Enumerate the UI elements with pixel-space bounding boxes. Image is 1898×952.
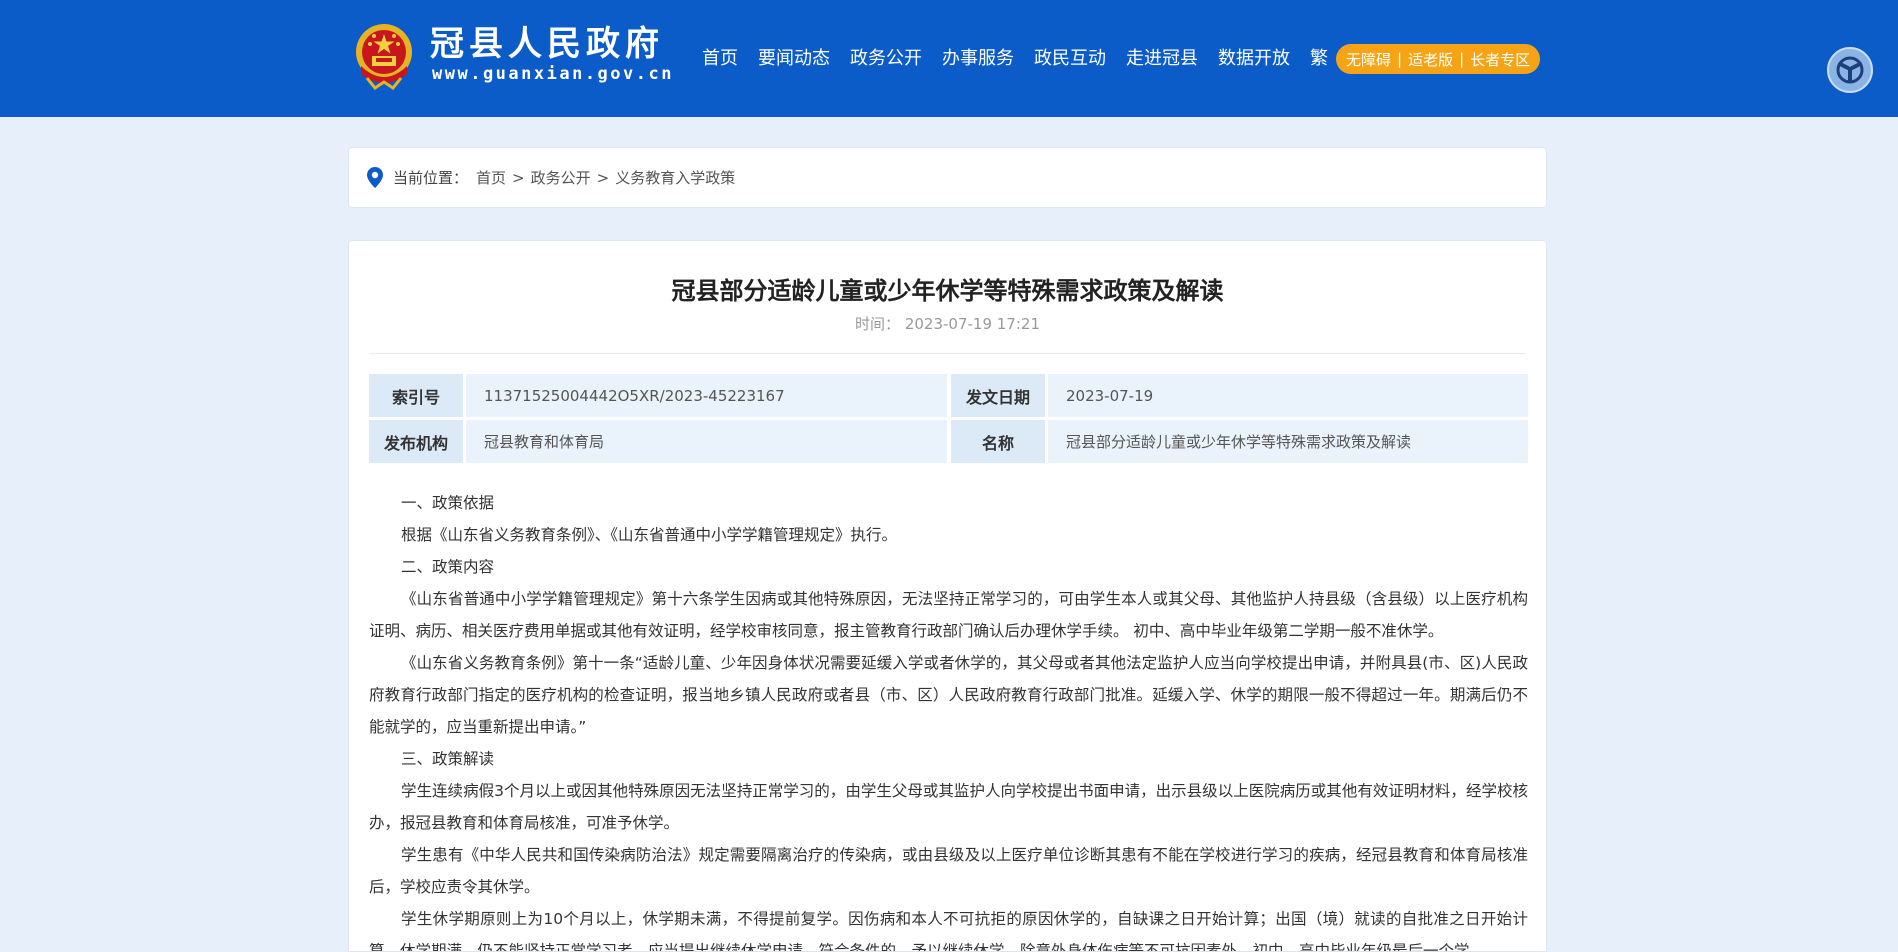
time-label: 时间： bbox=[855, 315, 901, 333]
body-paragraph: 《山东省义务教育条例》第十一条“适龄儿童、少年因身体状况需要延缓入学或者休学的，… bbox=[369, 654, 1528, 736]
site-name[interactable]: 冠县人民政府 bbox=[430, 24, 664, 64]
article-card: 冠县部分适龄儿童或少年休学等特殊需求政策及解读 时间： 2023-07-19 1… bbox=[348, 240, 1547, 952]
traditional-chinese-toggle[interactable]: 繁 bbox=[1310, 45, 1328, 73]
article-time: 时间： 2023-07-19 17:21 bbox=[349, 313, 1546, 334]
meta-name-key: 名称 bbox=[951, 420, 1045, 463]
main-nav: 首页 要闻动态 政务公开 办事服务 政民互动 走进冠县 数据开放 繁 无障碍 |… bbox=[702, 44, 1541, 74]
time-value: 2023-07-19 17:21 bbox=[904, 315, 1040, 333]
breadcrumb-separator: > bbox=[596, 168, 610, 187]
elderly-mode-link[interactable]: 适老版 bbox=[1408, 49, 1453, 70]
senior-zone-link[interactable]: 长者专区 bbox=[1470, 49, 1530, 70]
breadcrumb-current[interactable]: 义务教育入学政策 bbox=[615, 167, 735, 188]
meta-index-value: 11371525004442O5XR/2023-45223167 bbox=[466, 374, 947, 417]
meta-org-value: 冠县教育和体育局 bbox=[466, 420, 947, 463]
nav-about[interactable]: 走进冠县 bbox=[1126, 45, 1198, 73]
body-paragraph: 三、政策解读 bbox=[401, 750, 495, 768]
meta-date-value: 2023-07-19 bbox=[1048, 374, 1528, 417]
nav-news[interactable]: 要闻动态 bbox=[758, 45, 830, 73]
nav-home[interactable]: 首页 bbox=[702, 45, 738, 73]
title-divider bbox=[369, 353, 1526, 354]
location-pin-icon bbox=[367, 167, 383, 188]
article-meta-table: 索引号 11371525004442O5XR/2023-45223167 发文日… bbox=[369, 374, 1528, 466]
meta-index-key: 索引号 bbox=[369, 374, 463, 417]
breadcrumb-home[interactable]: 首页 bbox=[476, 167, 506, 188]
site-url[interactable]: www.guanxian.gov.cn bbox=[432, 64, 674, 84]
body-paragraph: 二、政策内容 bbox=[401, 558, 495, 576]
meta-date-key: 发文日期 bbox=[951, 374, 1045, 417]
pill-separator: | bbox=[1397, 50, 1403, 68]
accessibility-icon[interactable] bbox=[1827, 47, 1873, 93]
body-paragraph: 学生患有《中华人民共和国传染病防治法》规定需要隔离治疗的传染病，或由县级及以上医… bbox=[369, 846, 1528, 896]
breadcrumb-separator: > bbox=[512, 168, 525, 187]
nav-services[interactable]: 办事服务 bbox=[942, 45, 1014, 73]
breadcrumb-gov-affairs[interactable]: 政务公开 bbox=[531, 167, 591, 188]
nav-gov-affairs[interactable]: 政务公开 bbox=[850, 45, 922, 73]
body-paragraph: 一、政策依据 bbox=[401, 494, 495, 512]
article-title: 冠县部分适龄儿童或少年休学等特殊需求政策及解读 bbox=[671, 277, 1224, 305]
breadcrumb: 当前位置： 首页 > 政务公开 > 义务教育入学政策 bbox=[348, 147, 1547, 208]
site-header: 冠县人民政府 www.guanxian.gov.cn 首页 要闻动态 政务公开 … bbox=[0, 0, 1898, 117]
meta-row: 发布机构 冠县教育和体育局 名称 冠县部分适龄儿童或少年休学等特殊需求政策及解读 bbox=[369, 420, 1528, 463]
body-paragraph: 根据《山东省义务教育条例》、《山东省普通中小学学籍管理规定》执行。 bbox=[401, 526, 898, 544]
article-body: 一、政策依据 根据《山东省义务教育条例》、《山东省普通中小学学籍管理规定》执行。… bbox=[369, 487, 1528, 952]
nav-open-data[interactable]: 数据开放 bbox=[1218, 45, 1290, 73]
accessibility-pill: 无障碍 | 适老版 | 长者专区 bbox=[1336, 44, 1541, 74]
body-paragraph: 《山东省普通中小学学籍管理规定》第十六条学生因病或其他特殊原因，无法坚持正常学习… bbox=[369, 590, 1528, 640]
body-paragraph: 学生连续病假3个月以上或因其他特殊原因无法坚持正常学习的，由学生父母或其监护人向… bbox=[369, 782, 1528, 832]
meta-row: 索引号 11371525004442O5XR/2023-45223167 发文日… bbox=[369, 374, 1528, 417]
national-emblem-icon[interactable] bbox=[353, 22, 415, 91]
meta-org-key: 发布机构 bbox=[369, 420, 463, 463]
body-paragraph: 学生休学期原则上为10个月以上，休学期未满，不得提前复学。因伤病和本人不可抗拒的… bbox=[369, 910, 1528, 952]
nav-interaction[interactable]: 政民互动 bbox=[1034, 45, 1106, 73]
breadcrumb-prefix: 当前位置： bbox=[393, 169, 469, 187]
barrier-free-link[interactable]: 无障碍 bbox=[1346, 49, 1391, 70]
meta-name-value: 冠县部分适龄儿童或少年休学等特殊需求政策及解读 bbox=[1048, 420, 1528, 463]
pill-separator: | bbox=[1459, 50, 1465, 68]
